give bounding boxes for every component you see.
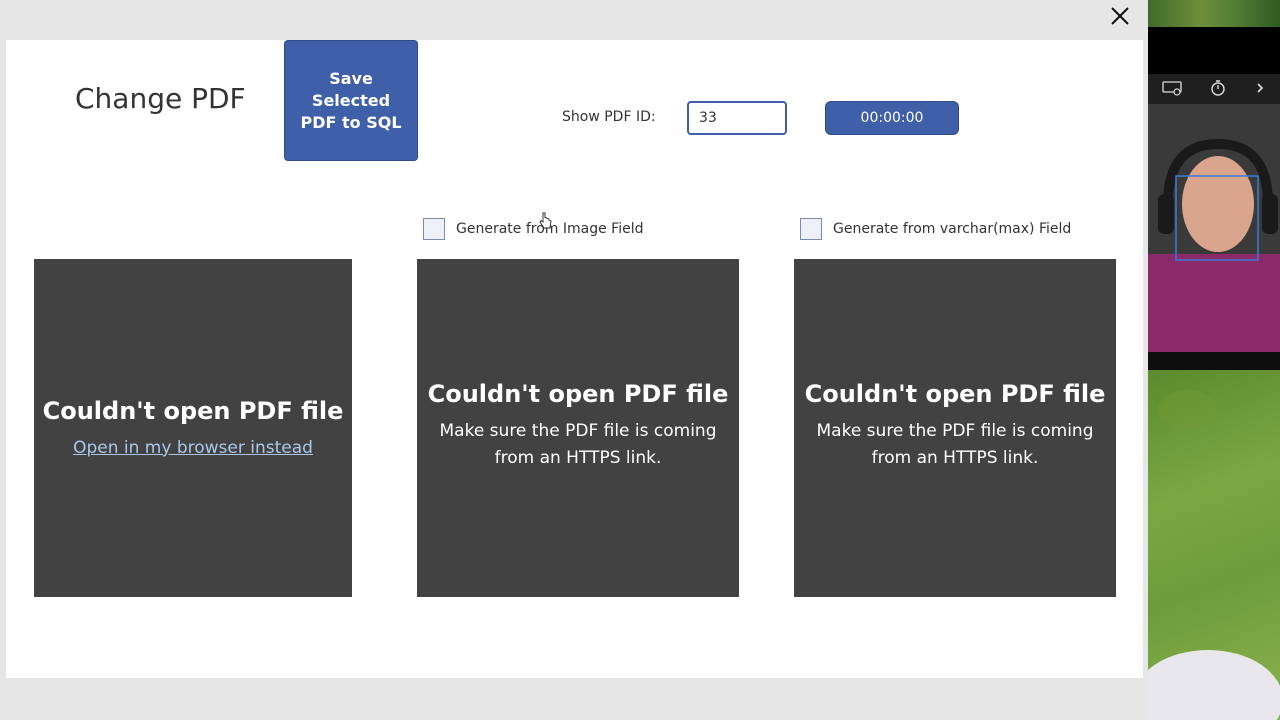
webcam-divider bbox=[1148, 352, 1280, 370]
webcam-video bbox=[1148, 104, 1280, 352]
viewer-error-heading: Couldn't open PDF file bbox=[427, 380, 729, 408]
save-pdf-to-sql-button[interactable]: Save Selected PDF to SQL bbox=[284, 40, 418, 161]
app-window: Change PDF Save Selected PDF to SQL Show… bbox=[0, 0, 1148, 720]
pdf-viewer-1: Couldn't open PDF file Open in my browse… bbox=[34, 259, 352, 597]
webcam-toolbar bbox=[1148, 74, 1280, 104]
webcam-grass-image bbox=[1148, 370, 1280, 720]
viewer-error-message: Make sure the PDF file is coming from an… bbox=[816, 421, 1094, 468]
checkbox-row-varchar-field: Generate from varchar(max) Field bbox=[800, 218, 1071, 240]
webcam-person-image bbox=[1148, 104, 1280, 352]
webcam-background-strip bbox=[1148, 0, 1280, 27]
checkbox-label-image-field: Generate from Image Field bbox=[456, 221, 644, 237]
open-in-browser-link[interactable]: Open in my browser instead bbox=[73, 435, 313, 462]
viewer-error-heading: Couldn't open PDF file bbox=[42, 396, 344, 425]
checkbox-image-field[interactable] bbox=[423, 218, 445, 240]
viewer-error-heading: Couldn't open PDF file bbox=[804, 380, 1106, 408]
checkbox-label-varchar-field: Generate from varchar(max) Field bbox=[833, 221, 1072, 237]
viewer-error-message: Make sure the PDF file is coming from an… bbox=[439, 421, 717, 468]
page-title: Change PDF bbox=[75, 82, 246, 115]
pdf-id-input[interactable] bbox=[687, 101, 787, 135]
checkbox-varchar-field[interactable] bbox=[800, 218, 822, 240]
close-icon bbox=[1111, 7, 1129, 25]
chevron-right-icon[interactable] bbox=[1254, 82, 1266, 97]
webcam-panel bbox=[1148, 0, 1280, 720]
pdf-id-label: Show PDF ID: bbox=[562, 109, 656, 125]
checkbox-row-image-field: Generate from Image Field bbox=[423, 218, 643, 240]
timer-button[interactable]: 00:00:00 bbox=[825, 101, 959, 135]
close-button[interactable] bbox=[1108, 4, 1132, 28]
timer-icon[interactable] bbox=[1209, 79, 1227, 100]
pdf-viewer-2: Couldn't open PDF file Make sure the PDF… bbox=[417, 259, 739, 597]
pdf-viewer-3: Couldn't open PDF file Make sure the PDF… bbox=[794, 259, 1116, 597]
app-canvas: Change PDF Save Selected PDF to SQL Show… bbox=[6, 40, 1143, 678]
hdr-icon[interactable] bbox=[1162, 80, 1182, 99]
